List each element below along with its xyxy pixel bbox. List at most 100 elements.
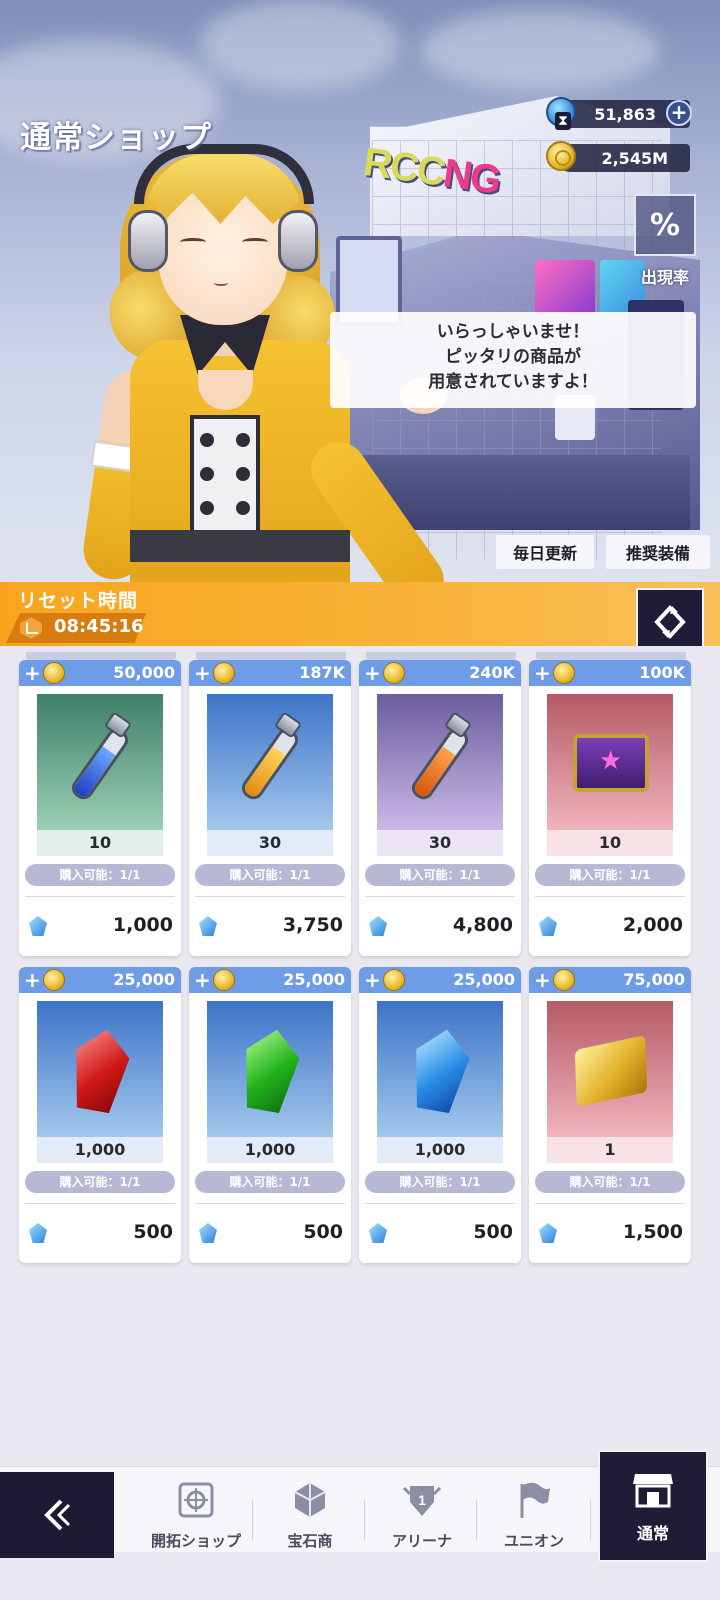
gem-price: 500 <box>303 1221 343 1243</box>
coin-icon <box>43 662 65 684</box>
add-icon: + <box>194 661 211 685</box>
gold-price: 187K <box>299 663 345 682</box>
blue-vial-icon <box>37 694 163 830</box>
drop-rate-label: 出現率 <box>640 268 689 287</box>
gem-price: 1,000 <box>112 914 173 936</box>
gem-icon <box>539 916 557 936</box>
arena-rank-number: 1 <box>418 1492 426 1508</box>
add-icon: + <box>194 968 211 992</box>
gem-icon <box>369 1223 387 1243</box>
add-icon: + <box>364 661 381 685</box>
purchase-limit: 購入可能：1/1 <box>365 1171 515 1193</box>
flag-icon <box>520 1482 550 1518</box>
treasure-chest-icon <box>547 694 673 830</box>
shop-item-card[interactable]: + 187K 30 購入可能：1/1 3,750 <box>189 660 351 956</box>
gem-icon <box>539 1223 557 1243</box>
purchase-limit: 購入可能：1/1 <box>365 864 515 886</box>
purchase-limit: 購入可能：1/1 <box>25 864 175 886</box>
gold-block-icon <box>547 1001 673 1137</box>
gold-price: 100K <box>639 663 685 682</box>
shop-item-card[interactable]: + 25,000 1,000 購入可能：1/1 500 <box>359 967 521 1263</box>
red-crystal-icon <box>37 1001 163 1137</box>
gem-price: 2,000 <box>622 914 683 936</box>
speech-bubble: いらっしゃいませ！ ピッタリの商品が 用意されていますよ！ <box>330 312 696 408</box>
shop-icon <box>633 1474 673 1508</box>
add-icon: + <box>24 661 41 685</box>
purchase-limit: 購入可能：1/1 <box>25 1171 175 1193</box>
purchase-limit: 購入可能：1/1 <box>195 1171 345 1193</box>
refresh-icon <box>654 605 686 639</box>
gem-price: 3,750 <box>282 914 343 936</box>
shop-item-card[interactable]: + 75,000 1 購入可能：1/1 1,500 <box>529 967 691 1263</box>
gold-price: 50,000 <box>113 663 175 682</box>
drop-rate-button[interactable]: % <box>634 194 696 256</box>
item-quantity: 10 <box>37 830 163 856</box>
gem-cube-icon <box>294 1483 326 1517</box>
item-quantity: 10 <box>547 830 673 856</box>
gem-price: 500 <box>473 1221 513 1243</box>
gem-icon <box>199 916 217 936</box>
gold-price: 25,000 <box>113 970 175 989</box>
orange-vial-icon <box>377 694 503 830</box>
tab-recommended-equipment[interactable]: 推奨装備 <box>606 535 710 569</box>
reset-label: リセット時間 <box>18 590 139 612</box>
item-quantity: 1,000 <box>207 1137 333 1163</box>
coin-icon <box>383 969 405 991</box>
back-arrow-icon <box>44 1499 71 1531</box>
trophy-badge-icon: 1 <box>402 1486 442 1516</box>
add-icon: + <box>364 968 381 992</box>
gold-price: 240K <box>469 663 515 682</box>
nav-general-shop[interactable]: 通常 <box>598 1450 708 1562</box>
gem-price: 1,500 <box>622 1221 683 1243</box>
coin-icon <box>553 662 575 684</box>
shop-item-card[interactable]: + 50,000 10 購入可能：1/1 1,000 <box>19 660 181 956</box>
gold-price: 75,000 <box>623 970 685 989</box>
coin-icon <box>43 969 65 991</box>
blue-crystal-icon <box>377 1001 503 1137</box>
nav-union[interactable]: ユニオン <box>480 1476 588 1556</box>
shop-item-card[interactable]: + 100K 10 購入可能：1/1 2,000 <box>529 660 691 956</box>
item-quantity: 1 <box>547 1137 673 1163</box>
coin-icon <box>553 969 575 991</box>
purchase-limit: 購入可能：1/1 <box>535 1171 685 1193</box>
hourglass-icon: ⧗ <box>555 112 571 130</box>
item-quantity: 30 <box>377 830 503 856</box>
tab-daily-refresh[interactable]: 毎日更新 <box>496 535 594 569</box>
coin-icon <box>213 969 235 991</box>
yellow-vial-icon <box>207 694 333 830</box>
percent-icon: % <box>649 207 681 243</box>
gem-icon <box>199 1223 217 1243</box>
shop-item-card[interactable]: + 240K 30 購入可能：1/1 4,800 <box>359 660 521 956</box>
add-gems-button[interactable]: + <box>666 100 692 126</box>
nav-frontier-shop[interactable]: 開拓ショップ <box>142 1476 250 1556</box>
gem-icon <box>29 1223 47 1243</box>
back-button[interactable] <box>0 1472 114 1558</box>
purchase-limit: 購入可能：1/1 <box>535 864 685 886</box>
green-crystal-icon <box>207 1001 333 1137</box>
add-icon: + <box>534 968 551 992</box>
gold-balance: 2,545M <box>556 144 690 172</box>
add-icon: + <box>24 968 41 992</box>
nav-jeweler[interactable]: 宝石商 <box>256 1476 364 1556</box>
gem-icon <box>29 916 47 936</box>
item-quantity: 1,000 <box>377 1137 503 1163</box>
item-quantity: 1,000 <box>37 1137 163 1163</box>
headphone-icon <box>128 210 168 272</box>
compass-icon <box>178 1482 214 1518</box>
gem-price: 500 <box>133 1221 173 1243</box>
item-quantity: 30 <box>207 830 333 856</box>
purchase-limit: 購入可能：1/1 <box>195 864 345 886</box>
coin-icon <box>383 662 405 684</box>
gold-price: 25,000 <box>283 970 345 989</box>
coin-icon <box>213 662 235 684</box>
shop-item-card[interactable]: + 25,000 1,000 購入可能：1/1 500 <box>189 967 351 1263</box>
gold-price: 25,000 <box>453 970 515 989</box>
add-icon: + <box>534 661 551 685</box>
nav-arena[interactable]: 1 アリーナ <box>368 1476 476 1556</box>
gem-icon <box>369 916 387 936</box>
shop-banner: RCCNG <box>0 0 720 582</box>
gem-price: 4,800 <box>452 914 513 936</box>
coin-icon <box>546 141 576 171</box>
reset-timer: 08:45:16 <box>54 616 144 637</box>
shop-item-card[interactable]: + 25,000 1,000 購入可能：1/1 500 <box>19 967 181 1263</box>
